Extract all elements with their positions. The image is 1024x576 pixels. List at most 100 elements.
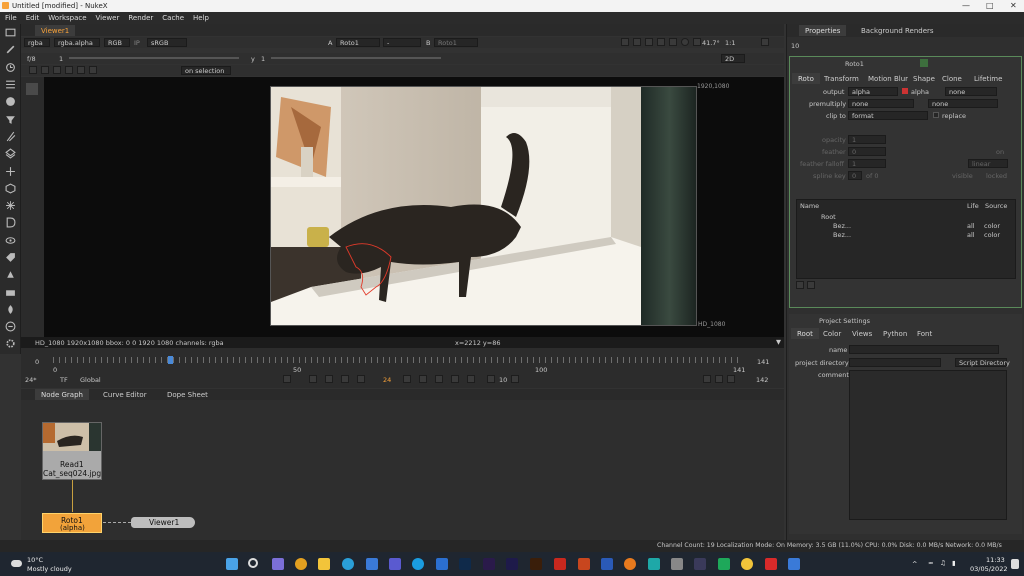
opacity-value[interactable]: 1	[848, 135, 886, 144]
feather-icon[interactable]	[65, 66, 73, 74]
skip-back-icon[interactable]	[487, 375, 495, 383]
views-tool-icon[interactable]	[0, 232, 21, 249]
tab-dope-sheet[interactable]: Dope Sheet	[161, 389, 214, 400]
ps-tab-views[interactable]: Views	[846, 328, 878, 339]
toolsets-tool-icon[interactable]	[0, 266, 21, 283]
transform-tool-icon[interactable]	[0, 162, 21, 179]
menu-render[interactable]: Render	[123, 12, 157, 22]
select-all-icon[interactable]	[41, 66, 49, 74]
node-graph[interactable]: Read1 Cat_seq024.jpg Roto1 (alpha) Viewe…	[21, 400, 784, 540]
tray-arrow-icon[interactable]: ^	[912, 560, 917, 568]
search-icon[interactable]	[248, 558, 258, 568]
next-frame-icon[interactable]	[435, 375, 443, 383]
ps-tab-root[interactable]: Root	[791, 328, 819, 339]
maya-icon[interactable]	[648, 558, 660, 570]
subtab-lifetime[interactable]: Lifetime	[968, 73, 1008, 84]
color-tool-icon[interactable]	[0, 93, 21, 110]
output-select[interactable]: alpha	[848, 87, 898, 96]
timeline[interactable]: 0 0 50 100 141 141 24* TF Global 24 10 1…	[21, 348, 784, 388]
viewer-image[interactable]	[270, 86, 697, 326]
zoom-value[interactable]: 41.7°	[702, 39, 720, 47]
properties-count[interactable]: 10	[791, 42, 799, 50]
tab-curve-editor[interactable]: Curve Editor	[97, 389, 153, 400]
tree-row-bez-2[interactable]: Bez...	[833, 231, 851, 239]
houdini-icon[interactable]	[671, 558, 683, 570]
replace-checkbox[interactable]	[933, 112, 939, 118]
word-icon[interactable]	[601, 558, 613, 570]
powerpoint-icon[interactable]	[578, 558, 590, 570]
proxy-icon[interactable]	[645, 38, 653, 46]
clock-time[interactable]: 11:33	[986, 556, 1005, 564]
pause-icon[interactable]	[693, 38, 701, 46]
shape-tree[interactable]: Name Life Source Root Bez... all color B…	[796, 199, 1016, 279]
app-blue-icon[interactable]	[788, 558, 800, 570]
channels-select[interactable]: rgba	[24, 38, 50, 47]
b-input-select[interactable]: Roto1	[434, 38, 478, 47]
roi-icon[interactable]	[621, 38, 629, 46]
maximize-icon[interactable]: □	[986, 1, 994, 10]
refresh-icon[interactable]	[681, 38, 689, 46]
premiere-icon[interactable]	[483, 558, 495, 570]
weather-icon[interactable]	[11, 560, 22, 567]
subtab-clone[interactable]: Clone	[936, 73, 968, 84]
roto-node[interactable]: Roto1 (alpha)	[42, 513, 102, 533]
close-icon[interactable]: ✕	[1010, 1, 1017, 10]
premultiply-none-select[interactable]: none	[928, 99, 998, 108]
prev-key-icon[interactable]	[309, 375, 317, 383]
viewer-node[interactable]: Viewer1	[131, 517, 195, 528]
ps-tab-color[interactable]: Color	[817, 328, 847, 339]
falloff-type-select[interactable]: linear	[968, 159, 1008, 168]
premultiply-select[interactable]: none	[848, 99, 914, 108]
metadata-tool-icon[interactable]	[0, 249, 21, 266]
read-node[interactable]: Read1 Cat_seq024.jpg	[42, 422, 102, 480]
transform-handle-icon[interactable]	[53, 66, 61, 74]
gain-value[interactable]: 1	[59, 55, 63, 63]
tab-properties[interactable]: Properties	[799, 25, 847, 36]
scope-select[interactable]: Global	[80, 376, 101, 384]
menu-viewer[interactable]: Viewer	[91, 12, 124, 22]
viewer-fullscreen-icon[interactable]	[761, 38, 769, 46]
display-rgb-select[interactable]: RGB	[104, 38, 130, 47]
step-forward-icon[interactable]	[419, 375, 427, 383]
feather-value[interactable]: 0	[848, 147, 886, 156]
step-value[interactable]: 10	[499, 376, 507, 384]
add-shape-icon[interactable]	[796, 281, 804, 289]
menu-file[interactable]: File	[0, 12, 21, 22]
aftereffects-icon[interactable]	[506, 558, 518, 570]
flipbook-icon[interactable]	[703, 375, 711, 383]
name-field[interactable]	[849, 345, 999, 354]
cache-icon[interactable]	[727, 375, 735, 383]
particles-tool-icon[interactable]	[0, 197, 21, 214]
nuke-icon[interactable]	[741, 558, 753, 570]
clip-warn-icon[interactable]	[633, 38, 641, 46]
settings-tool-icon[interactable]	[0, 335, 21, 352]
ps-tab-python[interactable]: Python	[877, 328, 913, 339]
wifi-icon[interactable]: ≈	[928, 559, 933, 567]
start-icon[interactable]	[226, 558, 238, 570]
prev-frame-icon[interactable]	[325, 375, 333, 383]
tab-background-renders[interactable]: Background Renders	[855, 25, 940, 36]
fps-select[interactable]: 24*	[25, 376, 37, 384]
brush-tool-icon[interactable]	[26, 119, 38, 131]
viewer-collapse-icon[interactable]: ▼	[776, 338, 781, 346]
tf-select[interactable]: TF	[60, 376, 68, 384]
ip-toggle[interactable]: IP	[134, 39, 140, 47]
project-directory-field[interactable]	[849, 358, 941, 367]
wipe-select[interactable]: -	[383, 38, 421, 47]
remove-shape-icon[interactable]	[807, 281, 815, 289]
last-frame-icon[interactable]	[467, 375, 475, 383]
menu-edit[interactable]: Edit	[21, 12, 44, 22]
illustrator-icon[interactable]	[530, 558, 542, 570]
acrobat-icon[interactable]	[554, 558, 566, 570]
node-color-icon[interactable]	[920, 59, 928, 67]
view-mode-select[interactable]: 2D	[721, 54, 745, 63]
edge-icon[interactable]	[342, 558, 354, 570]
menu-help[interactable]: Help	[188, 12, 213, 22]
explorer-icon[interactable]	[318, 558, 330, 570]
first-frame-icon[interactable]	[283, 375, 291, 383]
gamma-slider[interactable]	[271, 57, 441, 59]
3d-tool-icon[interactable]	[0, 180, 21, 197]
current-frame[interactable]: 24	[383, 376, 391, 384]
furnace-tool-icon[interactable]	[0, 301, 21, 318]
blender-icon[interactable]	[624, 558, 636, 570]
